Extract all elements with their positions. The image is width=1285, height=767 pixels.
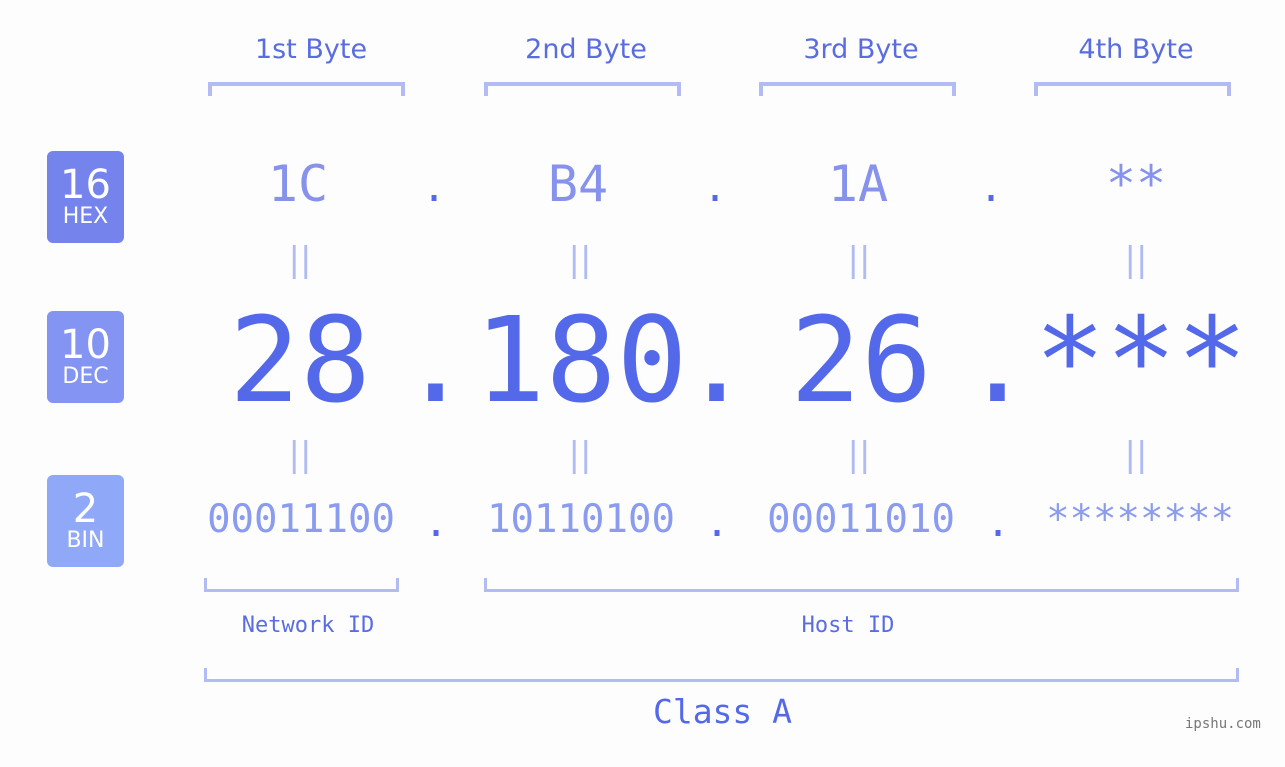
network-id-bracket: [204, 578, 399, 592]
byte-header-3: 3rd Byte: [803, 34, 919, 65]
dec-byte-2: 180: [474, 291, 688, 429]
byte-header-2: 2nd Byte: [525, 34, 647, 65]
bin-separator: .: [986, 500, 1011, 546]
equals-sign: ||: [1124, 435, 1148, 475]
hex-base-number: 16: [60, 162, 111, 208]
byte-bracket-4: [1034, 82, 1231, 96]
hex-separator: .: [703, 165, 728, 211]
hex-byte-4: **: [1105, 155, 1167, 213]
equals-sign: ||: [1124, 240, 1148, 280]
hex-byte-2: B4: [547, 155, 609, 213]
bin-byte-2: 10110100: [487, 497, 675, 542]
equals-sign: ||: [847, 435, 871, 475]
dec-byte-1: 28: [228, 291, 372, 429]
dec-separator: .: [681, 291, 753, 429]
equals-sign: ||: [847, 240, 871, 280]
hex-byte-1: 1C: [267, 155, 329, 213]
bin-byte-4: ********: [1046, 497, 1234, 542]
bin-badge: 2 BIN: [47, 475, 124, 567]
bin-byte-1: 00011100: [207, 497, 395, 542]
byte-header-1: 1st Byte: [254, 34, 368, 65]
dec-byte-3: 26: [789, 291, 933, 429]
bin-byte-3: 00011010: [767, 497, 955, 542]
equals-sign: ||: [568, 240, 592, 280]
hex-separator: .: [979, 165, 1004, 211]
bin-separator: .: [705, 500, 730, 546]
byte-bracket-1: [208, 82, 405, 96]
dec-badge: 10 DEC: [47, 311, 124, 403]
byte-header-4: 4th Byte: [1078, 34, 1194, 65]
dec-separator: .: [962, 291, 1034, 429]
network-id-label: Network ID: [241, 613, 375, 638]
byte-bracket-2: [484, 82, 681, 96]
hex-byte-3: 1A: [827, 155, 889, 213]
host-id-bracket: [484, 578, 1239, 592]
class-bracket: [204, 668, 1239, 682]
bin-base-number: 2: [72, 486, 99, 532]
hex-badge: 16 HEX: [47, 151, 124, 243]
dec-separator: .: [400, 291, 472, 429]
equals-sign: ||: [288, 240, 312, 280]
hex-separator: .: [422, 165, 447, 211]
dec-base-label: DEC: [62, 364, 109, 389]
hex-base-label: HEX: [62, 204, 109, 229]
dec-byte-4: ***: [1034, 291, 1248, 429]
bin-base-label: BIN: [66, 528, 105, 553]
watermark: ipshu.com: [1185, 716, 1261, 732]
equals-sign: ||: [568, 435, 592, 475]
equals-sign: ||: [288, 435, 312, 475]
bin-separator: .: [424, 500, 449, 546]
host-id-label: Host ID: [801, 613, 895, 638]
dec-base-number: 10: [60, 322, 111, 368]
byte-bracket-3: [759, 82, 956, 96]
class-label: Class A: [652, 692, 793, 731]
